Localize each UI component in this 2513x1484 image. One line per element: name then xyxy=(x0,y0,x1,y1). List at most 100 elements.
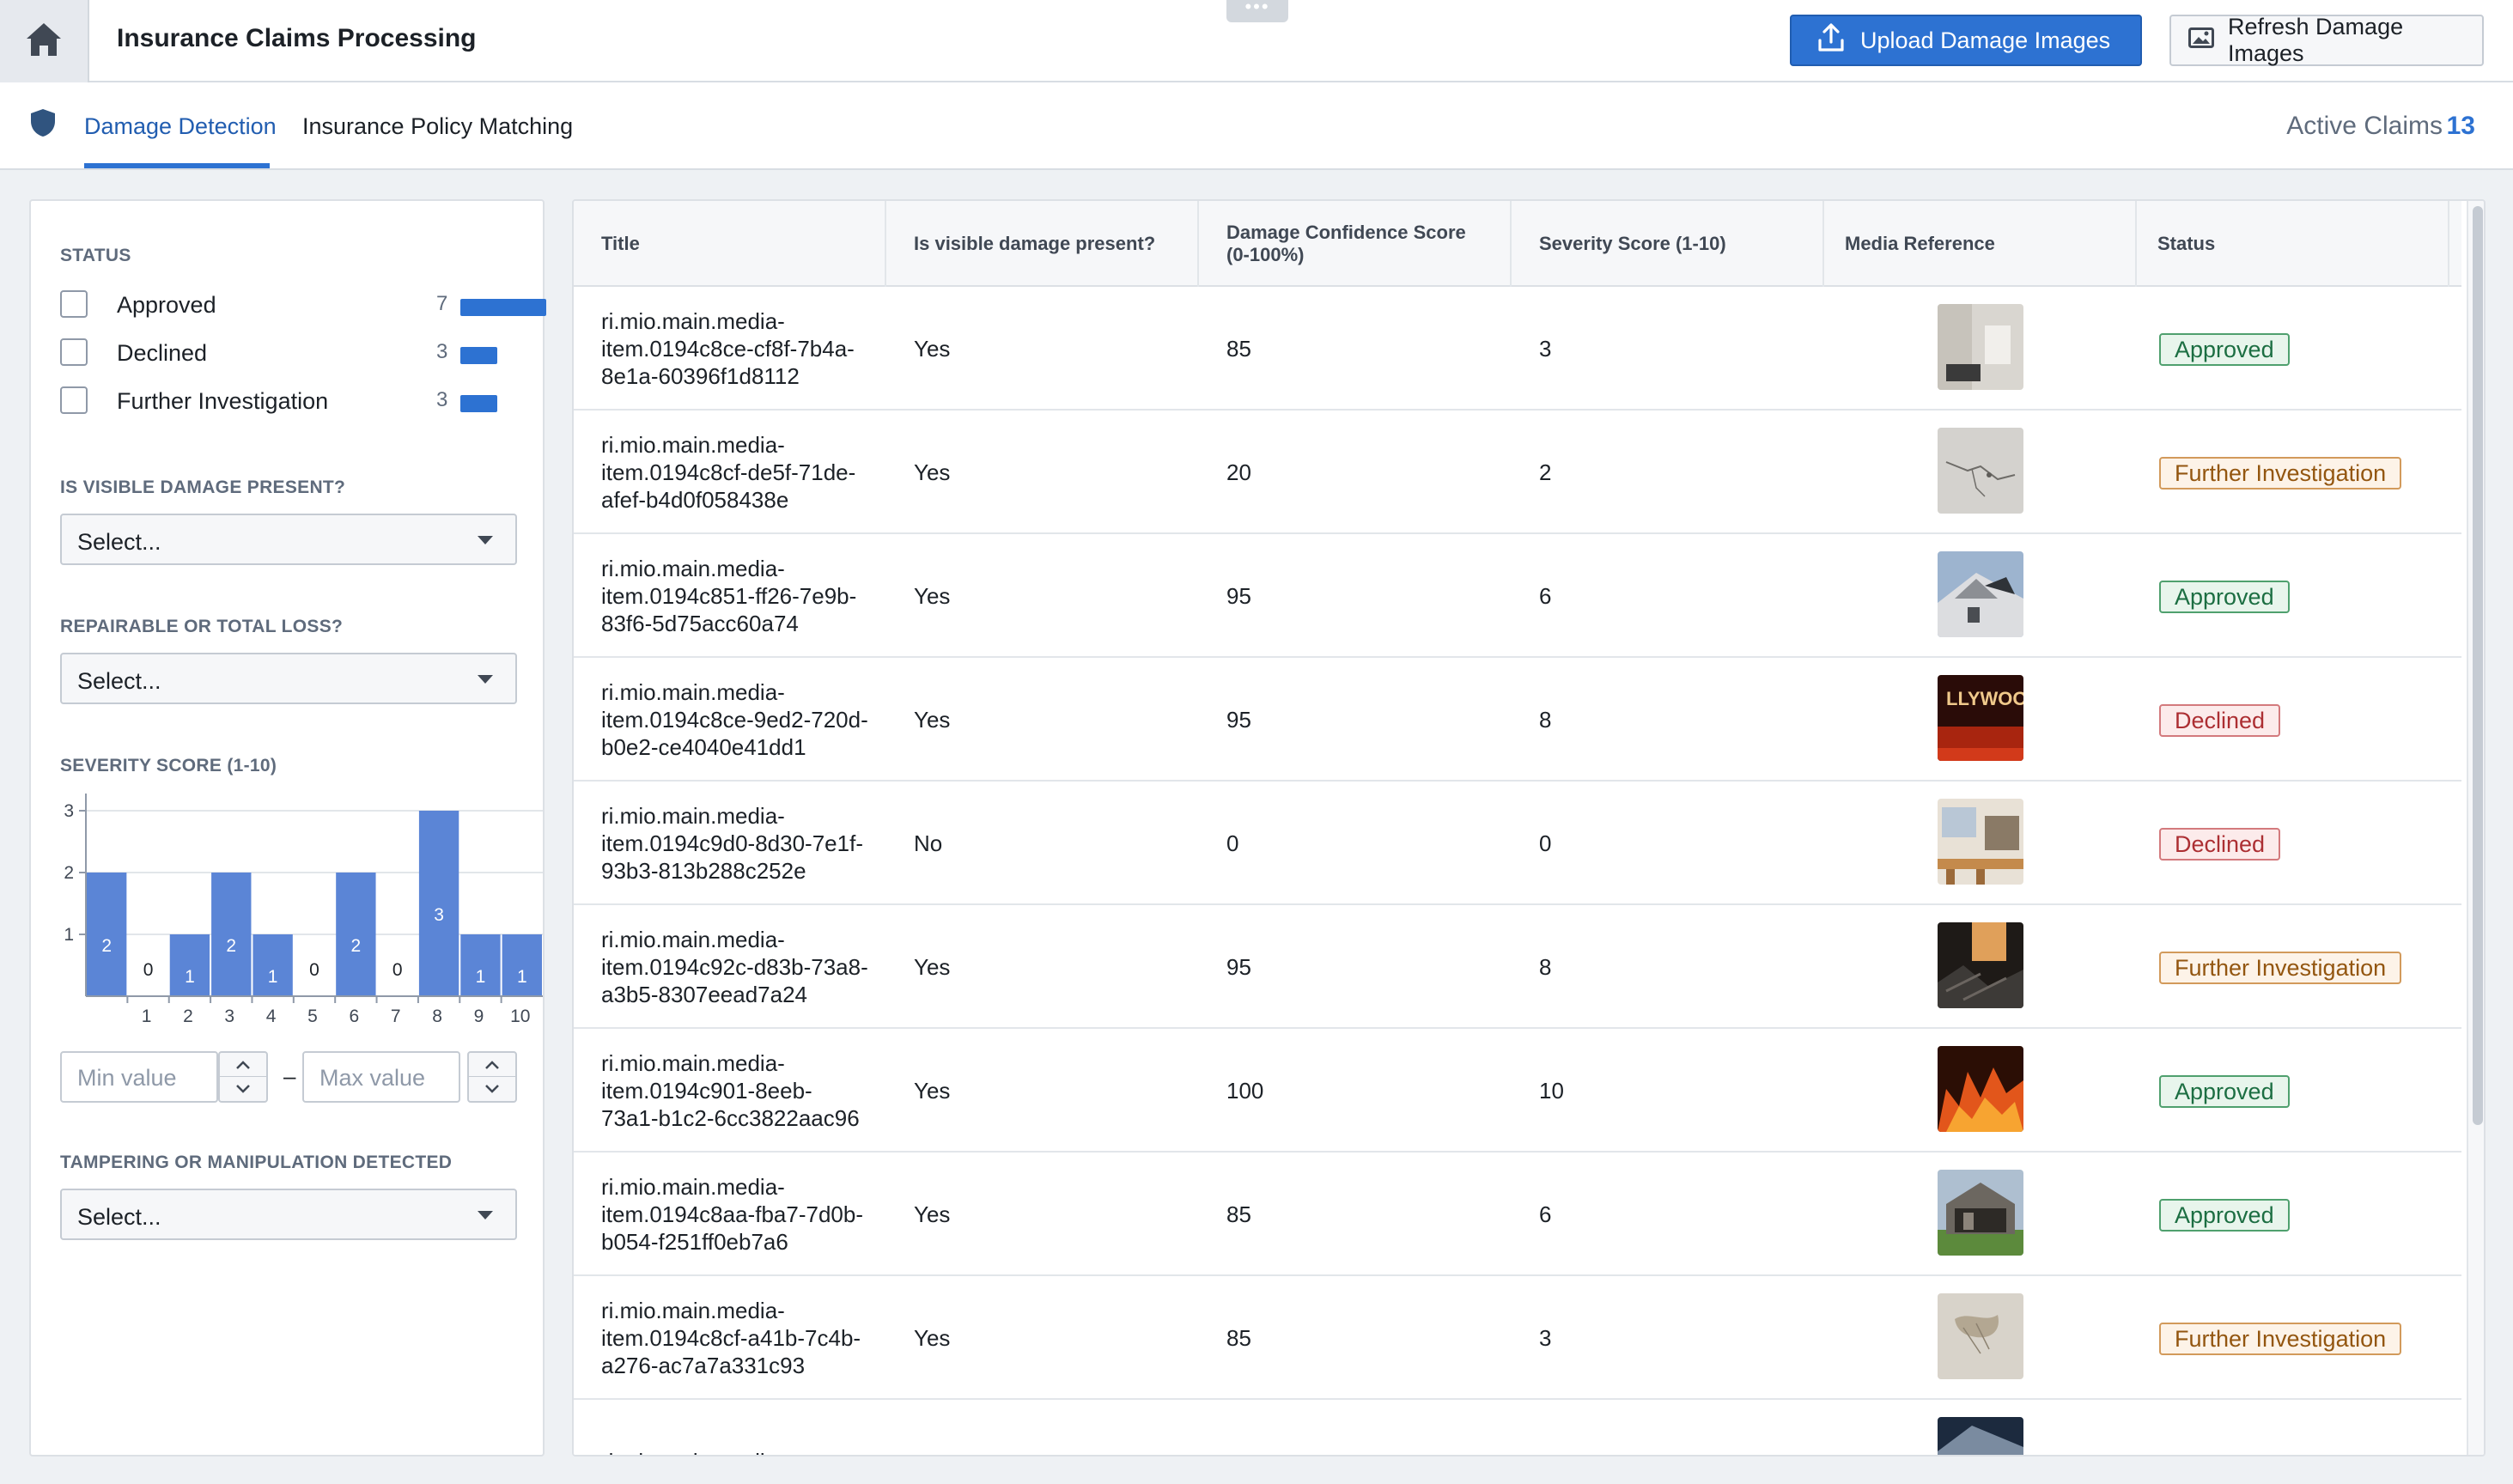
media-thumbnail[interactable] xyxy=(1938,799,2023,885)
title-cell: ri.mio.main.media-item.0194c8cf-a41b-7c4… xyxy=(601,1298,861,1378)
upload-damage-images-button[interactable]: Upload Damage Images xyxy=(1790,15,2142,66)
chart-x-tick-label: 9 xyxy=(474,1007,484,1026)
media-thumbnail[interactable] xyxy=(1938,1046,2023,1132)
table-row[interactable]: ri.mio.main.media-item.0194c851-ff26-7e9… xyxy=(574,534,2461,658)
scrollbar-thumb[interactable] xyxy=(2473,206,2483,1125)
severity-filter-title: SEVERITY SCORE (1-10) xyxy=(60,756,277,775)
media-thumbnail[interactable]: LLYWOO xyxy=(1938,675,2023,761)
status-option-declined[interactable]: Declined 3 xyxy=(60,335,541,369)
chevron-up-icon[interactable] xyxy=(220,1053,266,1077)
chart-x-tick-label: 10 xyxy=(510,1007,530,1026)
media-thumbnail[interactable] xyxy=(1938,1417,2023,1455)
table-row[interactable]: ri.mio.main.media-item.0194c901-8eeb-73a… xyxy=(574,1029,2461,1153)
tampering-select[interactable]: Select... xyxy=(60,1189,517,1240)
column-header-confidence[interactable]: Damage Confidence Score (0-100%) xyxy=(1199,201,1512,287)
min-value-input[interactable]: Min value xyxy=(60,1051,218,1103)
media-thumbnail[interactable] xyxy=(1938,1293,2023,1379)
select-value: Select... xyxy=(77,529,161,555)
chart-bar-value-label: 2 xyxy=(351,936,362,956)
chart-bar[interactable] xyxy=(502,934,542,996)
title-cell: ri.mio.main.media-item.0194c92c-d83b-73a… xyxy=(601,927,868,1007)
checkbox[interactable] xyxy=(60,290,88,318)
chart-bar[interactable] xyxy=(336,873,376,996)
chart-x-tick-label: 2 xyxy=(183,1007,193,1026)
confidence-cell: 85 xyxy=(1226,1325,1251,1351)
svg-text:LLYWOO: LLYWOO xyxy=(1946,688,2023,709)
table-row[interactable]: ri.mio.main.media-item.0194c8ce-9ed2-720… xyxy=(574,658,2461,782)
caret-down-icon xyxy=(478,675,493,684)
column-header-visible-damage[interactable]: Is visible damage present? xyxy=(886,201,1199,287)
chart-x-tick-label: 5 xyxy=(307,1007,318,1026)
status-badge: Approved xyxy=(2159,1075,2290,1108)
chevron-down-icon[interactable] xyxy=(220,1077,266,1101)
tab-insurance-policy-matching[interactable]: Insurance Policy Matching xyxy=(302,113,573,140)
table-scrollbar[interactable] xyxy=(2467,201,2484,1455)
status-option-label: Approved xyxy=(117,292,216,318)
status-option-count: 7 xyxy=(436,292,448,315)
media-thumbnail[interactable] xyxy=(1938,922,2023,1008)
severity-cell: 8 xyxy=(1539,707,1552,733)
visible-damage-cell: Yes xyxy=(914,1078,951,1104)
visible-damage-filter-title: IS VISIBLE DAMAGE PRESENT? xyxy=(60,477,346,497)
status-option-approved[interactable]: Approved 7 xyxy=(60,287,546,321)
table-row[interactable]: ri.mio.main.media-item.0194c8cf-a41b-7c4… xyxy=(574,1276,2461,1400)
table-row[interactable]: ri.mio.main.media-item.0194c8ce-cf8f-7b4… xyxy=(574,287,2461,411)
media-thumbnail[interactable] xyxy=(1938,551,2023,637)
table-row[interactable]: ri.mio.main.media-item.0194c9d0-8d30-7e1… xyxy=(574,782,2461,905)
status-option-label: Further Investigation xyxy=(117,388,329,414)
checkbox[interactable] xyxy=(60,338,88,366)
chart-bar[interactable] xyxy=(87,873,127,996)
status-option-further-investigation[interactable]: Further Investigation 3 xyxy=(60,383,541,417)
severity-cell: 3 xyxy=(1539,1325,1552,1351)
column-header-media-reference[interactable]: Media Reference xyxy=(1824,201,2137,287)
column-header-severity[interactable]: Severity Score (1-10) xyxy=(1512,201,1824,287)
tab-damage-detection[interactable]: Damage Detection xyxy=(84,113,277,140)
chart-bar[interactable] xyxy=(460,934,501,996)
home-button[interactable] xyxy=(0,0,89,82)
table-row[interactable]: ri.mio.main.media-item.0194c8cf-de5f-71d… xyxy=(574,411,2461,534)
refresh-damage-images-button[interactable]: Refresh Damage Images xyxy=(2169,14,2484,66)
table-row[interactable]: ri.mio.main.media- xyxy=(574,1400,2461,1455)
chevron-down-icon[interactable] xyxy=(469,1077,515,1101)
repairable-filter-title: REPAIRABLE OR TOTAL LOSS? xyxy=(60,617,344,636)
column-header-status[interactable]: Status xyxy=(2137,201,2449,287)
visible-damage-cell xyxy=(886,1400,914,1455)
status-option-label: Declined xyxy=(117,340,208,366)
severity-cell: 3 xyxy=(1539,336,1552,362)
severity-histogram[interactable]: 1 2 3 2 0 1 1 2 2 3 1 4 0 5 2 6 0 7 3 8 1 9 1 10 xyxy=(57,785,546,1043)
max-value-input[interactable]: Max value xyxy=(302,1051,460,1103)
max-value-stepper[interactable] xyxy=(467,1051,517,1103)
chart-bar-value-label: 1 xyxy=(185,967,195,987)
table-row[interactable]: ri.mio.main.media-item.0194c92c-d83b-73a… xyxy=(574,905,2461,1029)
repairable-select[interactable]: Select... xyxy=(60,653,517,704)
visible-damage-select[interactable]: Select... xyxy=(60,514,517,565)
chevron-up-icon[interactable] xyxy=(469,1053,515,1077)
tab-bar: Damage Detection Insurance Policy Matchi… xyxy=(0,82,2513,170)
media-thumbnail[interactable] xyxy=(1938,304,2023,390)
media-thumbnail[interactable] xyxy=(1938,1170,2023,1256)
chart-bar-value-label: 0 xyxy=(143,960,154,980)
severity-cell: 8 xyxy=(1539,954,1552,980)
chart-bar-value-label: 0 xyxy=(392,960,403,980)
table-row[interactable]: ri.mio.main.media-item.0194c8aa-fba7-7d0… xyxy=(574,1153,2461,1276)
visible-damage-cell: No xyxy=(914,830,943,856)
visible-damage-cell: Yes xyxy=(914,707,951,733)
checkbox[interactable] xyxy=(60,386,88,414)
confidence-cell: 85 xyxy=(1226,336,1251,362)
chart-bar[interactable] xyxy=(211,873,252,996)
chart-bar-value-label: 3 xyxy=(434,905,444,925)
visible-damage-cell: Yes xyxy=(914,1201,951,1227)
visible-damage-cell: Yes xyxy=(914,954,951,980)
status-count-bar xyxy=(460,299,546,316)
chart-x-tick-label: 6 xyxy=(350,1007,360,1026)
chart-bar-value-label: 1 xyxy=(517,967,527,987)
active-claims-label: Active Claims xyxy=(2286,112,2443,140)
drag-handle[interactable]: ••• xyxy=(1226,0,1288,22)
chart-y-tick-label: 3 xyxy=(64,801,74,821)
column-header-title[interactable]: Title xyxy=(574,201,886,287)
min-value-stepper[interactable] xyxy=(218,1051,268,1103)
media-thumbnail[interactable] xyxy=(1938,428,2023,514)
chart-bar[interactable] xyxy=(418,811,459,996)
chart-bar[interactable] xyxy=(169,934,210,996)
chart-bar[interactable] xyxy=(253,934,293,996)
